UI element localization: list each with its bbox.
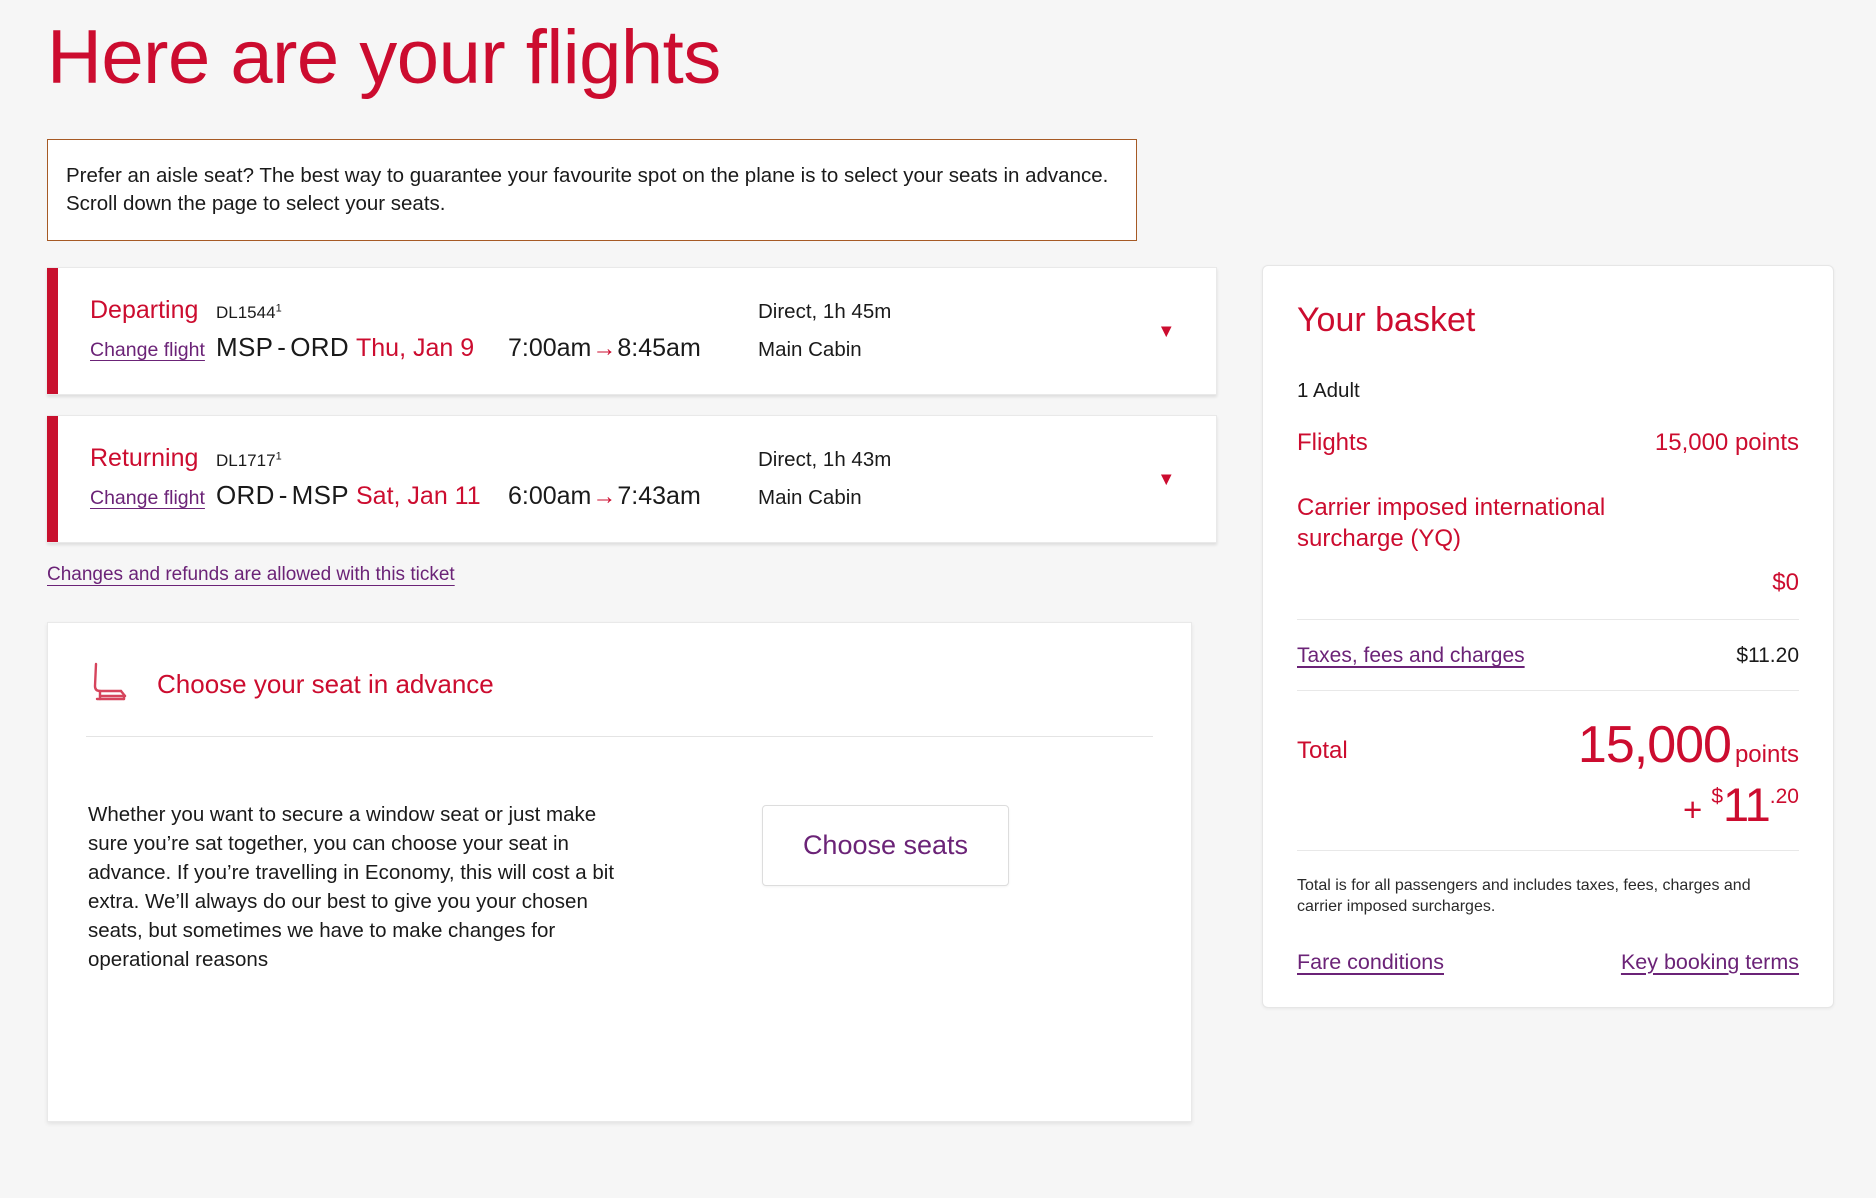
flight-number-footnote: 1 [276, 303, 282, 315]
flight-stops-duration: Direct, 1h 43m [758, 448, 891, 471]
basket-total-label: Total [1297, 719, 1348, 765]
basket-passengers: 1 Adult [1297, 379, 1799, 403]
route-origin: ORD [216, 480, 275, 510]
basket-total-points-word: points [1731, 741, 1799, 768]
flight-direction-label: Returning [90, 444, 198, 472]
seat-card-divider [86, 736, 1153, 737]
route-dash: - [275, 480, 292, 510]
choose-seat-cta-wrap: Choose seats [618, 779, 1153, 886]
basket-links: Fare conditions Key booking terms [1297, 950, 1799, 975]
flight-date: Thu, Jan 9 [356, 334, 474, 362]
fare-conditions-link[interactable]: Fare conditions [1297, 950, 1444, 975]
basket-surcharge: Carrier imposed international surcharge … [1297, 493, 1799, 597]
route-destination: MSP [292, 480, 349, 510]
depart-time: 7:00am [508, 334, 591, 362]
choose-seat-card: Choose your seat in advance Whether you … [47, 622, 1192, 1122]
basket-fineprint: Total is for all passengers and includes… [1297, 875, 1799, 917]
flight-times: 6:00am→7:43am [508, 482, 701, 510]
basket-title: Your basket [1297, 302, 1799, 339]
basket-total-values: 15,000points +$11.20 [1578, 719, 1799, 828]
basket-taxes-row: Taxes, fees and charges $11.20 [1297, 644, 1799, 668]
flight-number: DL17171 [216, 451, 282, 470]
basket-divider-2 [1297, 690, 1799, 691]
route-dash: - [273, 332, 290, 362]
depart-time: 6:00am [508, 482, 591, 510]
arrow-right-icon: → [591, 335, 617, 362]
basket-surcharge-label: Carrier imposed international surcharge … [1297, 493, 1717, 554]
basket-line-flights: Flights 15,000 points [1297, 428, 1799, 458]
choose-seat-description: Whether you want to secure a window seat… [86, 800, 618, 975]
basket-total: Total 15,000points +$11.20 [1297, 719, 1799, 828]
taxes-fees-value: $11.20 [1736, 644, 1799, 668]
choose-seat-header: Choose your seat in advance [86, 661, 1153, 707]
flight-stops-duration: Direct, 1h 45m [758, 300, 891, 323]
flight-row-bottom: Change flight MSP-ORD Thu, Jan 9 7:00am→… [58, 334, 1216, 361]
flight-cabin: Main Cabin [758, 338, 862, 361]
basket-total-cash-whole: 11 [1723, 778, 1770, 831]
page-title: Here are your flights [47, 0, 1192, 98]
left-column: Here are your flights Prefer an aisle se… [47, 0, 1192, 1122]
notice-text: Prefer an aisle seat? The best way to gu… [66, 162, 1116, 219]
route-origin: MSP [216, 332, 273, 362]
flight-accent-bar [47, 268, 58, 394]
page-root: Here are your flights Prefer an aisle se… [0, 0, 1876, 1198]
arrive-time: 7:43am [617, 482, 700, 510]
flight-route: ORD-MSP [216, 480, 349, 510]
basket-divider-1 [1297, 619, 1799, 620]
choose-seat-title: Choose your seat in advance [157, 669, 494, 700]
flight-number: DL15441 [216, 303, 282, 322]
changes-refunds-link[interactable]: Changes and refunds are allowed with thi… [47, 564, 455, 586]
chevron-down-icon[interactable]: ▾ [1161, 322, 1171, 341]
airplane-seat-icon [88, 661, 130, 707]
flight-card-content: Returning DL17171 Direct, 1h 43m Change … [58, 416, 1216, 542]
flight-card-departing[interactable]: Departing DL15441 Direct, 1h 45m Change … [47, 267, 1217, 395]
flight-card-content: Departing DL15441 Direct, 1h 45m Change … [58, 268, 1216, 394]
choose-seats-button[interactable]: Choose seats [762, 805, 1009, 886]
taxes-fees-link[interactable]: Taxes, fees and charges [1297, 644, 1525, 668]
basket-divider-3 [1297, 850, 1799, 851]
flight-accent-bar [47, 416, 58, 542]
basket-line-value: 15,000 points [1655, 429, 1799, 457]
currency-symbol: $ [1711, 785, 1723, 808]
basket-panel: Your basket 1 Adult Flights 15,000 point… [1262, 265, 1834, 1008]
arrow-right-icon: → [591, 483, 617, 510]
basket-line-label: Flights [1297, 428, 1368, 458]
flight-times: 7:00am→8:45am [508, 334, 701, 362]
flight-direction-label: Departing [90, 296, 198, 324]
flight-card-returning[interactable]: Returning DL17171 Direct, 1h 43m Change … [47, 415, 1217, 543]
route-destination: ORD [290, 332, 349, 362]
flight-row-top: Returning DL17171 Direct, 1h 43m [58, 446, 1216, 471]
flight-route: MSP-ORD [216, 332, 349, 362]
flight-row-bottom: Change flight ORD-MSP Sat, Jan 11 6:00am… [58, 482, 1216, 509]
basket-total-points: 15,000points [1578, 749, 1799, 766]
change-flight-link[interactable]: Change flight [90, 339, 205, 361]
chevron-down-icon[interactable]: ▾ [1161, 470, 1171, 489]
flight-cabin: Main Cabin [758, 486, 862, 509]
basket-surcharge-value: $0 [1297, 569, 1799, 597]
plus-sign: + [1683, 791, 1711, 828]
flight-number-footnote: 1 [276, 451, 282, 463]
arrive-time: 8:45am [617, 334, 700, 362]
basket-total-cash: +$11.20 [1578, 781, 1799, 828]
change-flight-link[interactable]: Change flight [90, 487, 205, 509]
basket-total-points-number: 15,000 [1578, 716, 1731, 774]
flight-date: Sat, Jan 11 [356, 482, 481, 510]
key-booking-terms-link[interactable]: Key booking terms [1621, 950, 1799, 975]
choose-seat-body: Whether you want to secure a window seat… [86, 779, 1153, 995]
basket-total-cash-cents: .20 [1770, 785, 1799, 808]
aisle-seat-notice: Prefer an aisle seat? The best way to gu… [47, 139, 1137, 242]
flight-row-top: Departing DL15441 Direct, 1h 45m [58, 298, 1216, 323]
